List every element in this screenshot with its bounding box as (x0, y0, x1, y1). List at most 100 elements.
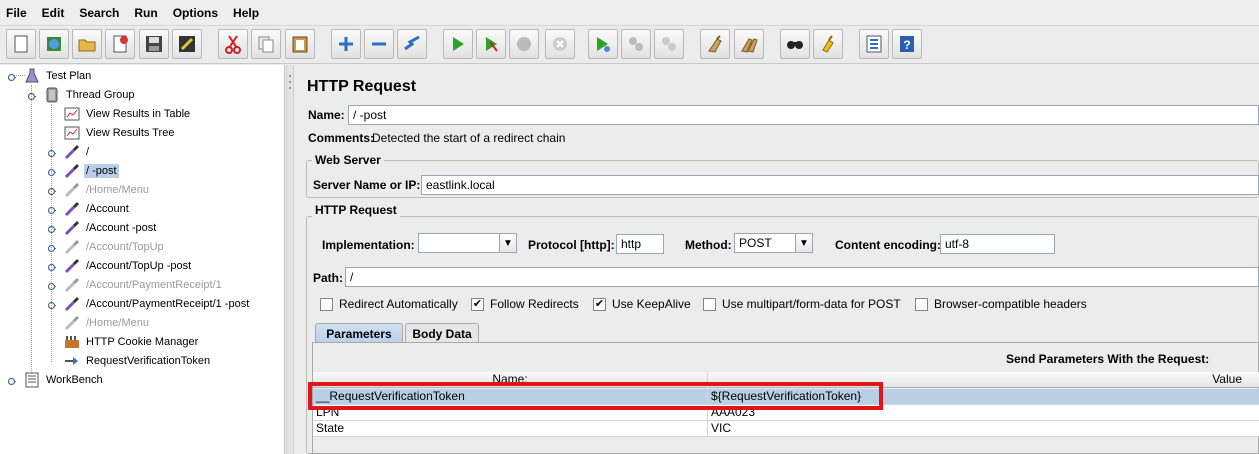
tree-toggle-icon[interactable] (47, 242, 56, 253)
tree-node-sampler[interactable]: / (64, 142, 91, 161)
cut-icon (225, 35, 241, 54)
reset-search-icon (822, 35, 834, 53)
tab-body-data[interactable]: Body Data (405, 323, 479, 343)
tree-node-cookie-manager[interactable]: HTTP Cookie Manager (64, 332, 200, 351)
content-encoding-field[interactable]: utf-8 (940, 234, 1055, 254)
name-field[interactable]: / -post (348, 105, 1259, 125)
menu-file[interactable]: File (4, 4, 29, 22)
implementation-select[interactable] (418, 233, 500, 253)
remote-shutdown-button[interactable] (654, 29, 684, 59)
paste-button[interactable] (285, 29, 315, 59)
param-value-cell[interactable]: VIC (708, 421, 1259, 437)
tree-node-sampler[interactable]: /Account/TopUp -post (64, 256, 193, 275)
menu-options[interactable]: Options (171, 4, 220, 22)
clear-all-button[interactable] (734, 29, 764, 59)
clear-button[interactable] (700, 29, 730, 59)
tree-node-sampler[interactable]: /Account/TopUp (64, 237, 166, 256)
redirect-automatically-checkbox[interactable]: Redirect Automatically (320, 297, 458, 311)
table-row[interactable]: State VIC (313, 421, 1259, 437)
tree-node-label: / (86, 145, 90, 158)
menu-help[interactable]: Help (231, 4, 261, 22)
tree-node-thread-group[interactable]: Thread Group (44, 85, 136, 104)
tree-node-label: /Account/PaymentReceipt/1 (86, 278, 222, 291)
open-button[interactable] (72, 29, 102, 59)
tree-toggle-icon[interactable] (7, 375, 16, 386)
remote-stop-button[interactable] (621, 29, 651, 59)
server-name-field[interactable]: eastlink.local (421, 175, 1259, 195)
tree-node-regex-extractor[interactable]: RequestVerificationToken (64, 351, 212, 370)
tree-toggle-icon[interactable] (47, 223, 56, 234)
tree-toggle-icon[interactable] (47, 204, 56, 215)
tree-node-sampler[interactable]: / -post (64, 161, 119, 180)
tree-node-sampler[interactable]: /Home/Menu (64, 180, 151, 199)
close-button[interactable] (105, 29, 135, 59)
tree-node-sampler[interactable]: /Account/PaymentReceipt/1 (64, 275, 224, 294)
tree-node-sampler[interactable]: /Home/Menu (64, 313, 151, 332)
tree-toggle-icon[interactable] (47, 261, 56, 272)
tree-node-sampler[interactable]: /Account (64, 199, 131, 218)
tree-toggle-icon[interactable] (47, 299, 56, 310)
use-multipart-checkbox[interactable]: Use multipart/form-data for POST (703, 297, 901, 311)
templates-button[interactable] (39, 29, 69, 59)
expand-icon (339, 37, 353, 51)
menu-search[interactable]: Search (77, 4, 121, 22)
pipette-icon (64, 277, 80, 293)
http-request-legend: HTTP Request (312, 203, 400, 217)
tree-node-view-results-tree[interactable]: View Results Tree (64, 123, 176, 142)
reset-search-button[interactable] (813, 29, 843, 59)
stop-button[interactable] (509, 29, 539, 59)
tree-toggle-icon[interactable] (47, 185, 56, 196)
save-as-button[interactable] (172, 29, 202, 59)
start-button[interactable] (443, 29, 473, 59)
method-dropdown-button[interactable]: ▼ (795, 233, 813, 253)
tree-node-view-results-table[interactable]: View Results in Table (64, 104, 192, 123)
search-button[interactable] (780, 29, 810, 59)
comments-field[interactable]: Detected the start of a redirect chain (372, 131, 565, 145)
checkbox-box (320, 297, 333, 311)
param-name-cell[interactable]: State (313, 421, 708, 437)
tree-toggle-icon[interactable] (47, 166, 56, 177)
browser-compatible-headers-checkbox[interactable]: Browser-compatible headers (915, 297, 1087, 311)
tree-node-workbench[interactable]: WorkBench (24, 370, 105, 389)
path-field[interactable]: / (345, 267, 1259, 287)
toggle-button[interactable] (397, 29, 427, 59)
remote-start-icon (597, 37, 610, 52)
tab-parameters[interactable]: Parameters (315, 323, 403, 343)
help-button[interactable]: ? (892, 29, 922, 59)
tree-toggle-icon[interactable] (27, 90, 36, 101)
function-helper-button[interactable] (859, 29, 889, 59)
copy-button[interactable] (251, 29, 281, 59)
method-label: Method: (685, 238, 732, 252)
follow-redirects-checkbox[interactable]: ✔ Follow Redirects (471, 297, 579, 311)
checkbox-label: Use multipart/form-data for POST (722, 297, 901, 311)
start-no-pause-button[interactable] (476, 29, 506, 59)
tree-node-test-plan[interactable]: Test Plan (24, 66, 93, 85)
expand-button[interactable] (331, 29, 361, 59)
tree-toggle-icon[interactable] (47, 147, 56, 158)
save-button[interactable] (139, 29, 169, 59)
tree-node-sampler[interactable]: /Account/PaymentReceipt/1 -post (64, 294, 251, 313)
tree-node-label: /Home/Menu (86, 183, 149, 196)
tree-node-sampler[interactable]: /Account -post (64, 218, 158, 237)
menu-edit[interactable]: Edit (40, 4, 67, 22)
method-select[interactable]: POST (734, 233, 796, 253)
close-icon (113, 35, 128, 53)
check-icon: ✔ (593, 297, 606, 311)
tree-toggle-icon[interactable] (47, 280, 56, 291)
use-keepalive-checkbox[interactable]: ✔ Use KeepAlive (593, 297, 691, 311)
new-icon (14, 35, 28, 53)
menu-run[interactable]: Run (132, 4, 159, 22)
split-pane-divider[interactable] (286, 65, 294, 454)
cut-button[interactable] (218, 29, 248, 59)
protocol-field[interactable]: http (616, 234, 664, 254)
collapse-button[interactable] (364, 29, 394, 59)
tree-toggle-icon[interactable] (7, 71, 16, 82)
remote-start-button[interactable] (588, 29, 618, 59)
implementation-dropdown-button[interactable]: ▼ (499, 233, 517, 253)
new-button[interactable] (6, 29, 36, 59)
shutdown-button[interactable] (545, 29, 575, 59)
save-as-icon (179, 36, 195, 52)
toolbar: ? (0, 26, 1259, 64)
pipette-icon (64, 239, 80, 255)
templates-icon (47, 37, 61, 51)
